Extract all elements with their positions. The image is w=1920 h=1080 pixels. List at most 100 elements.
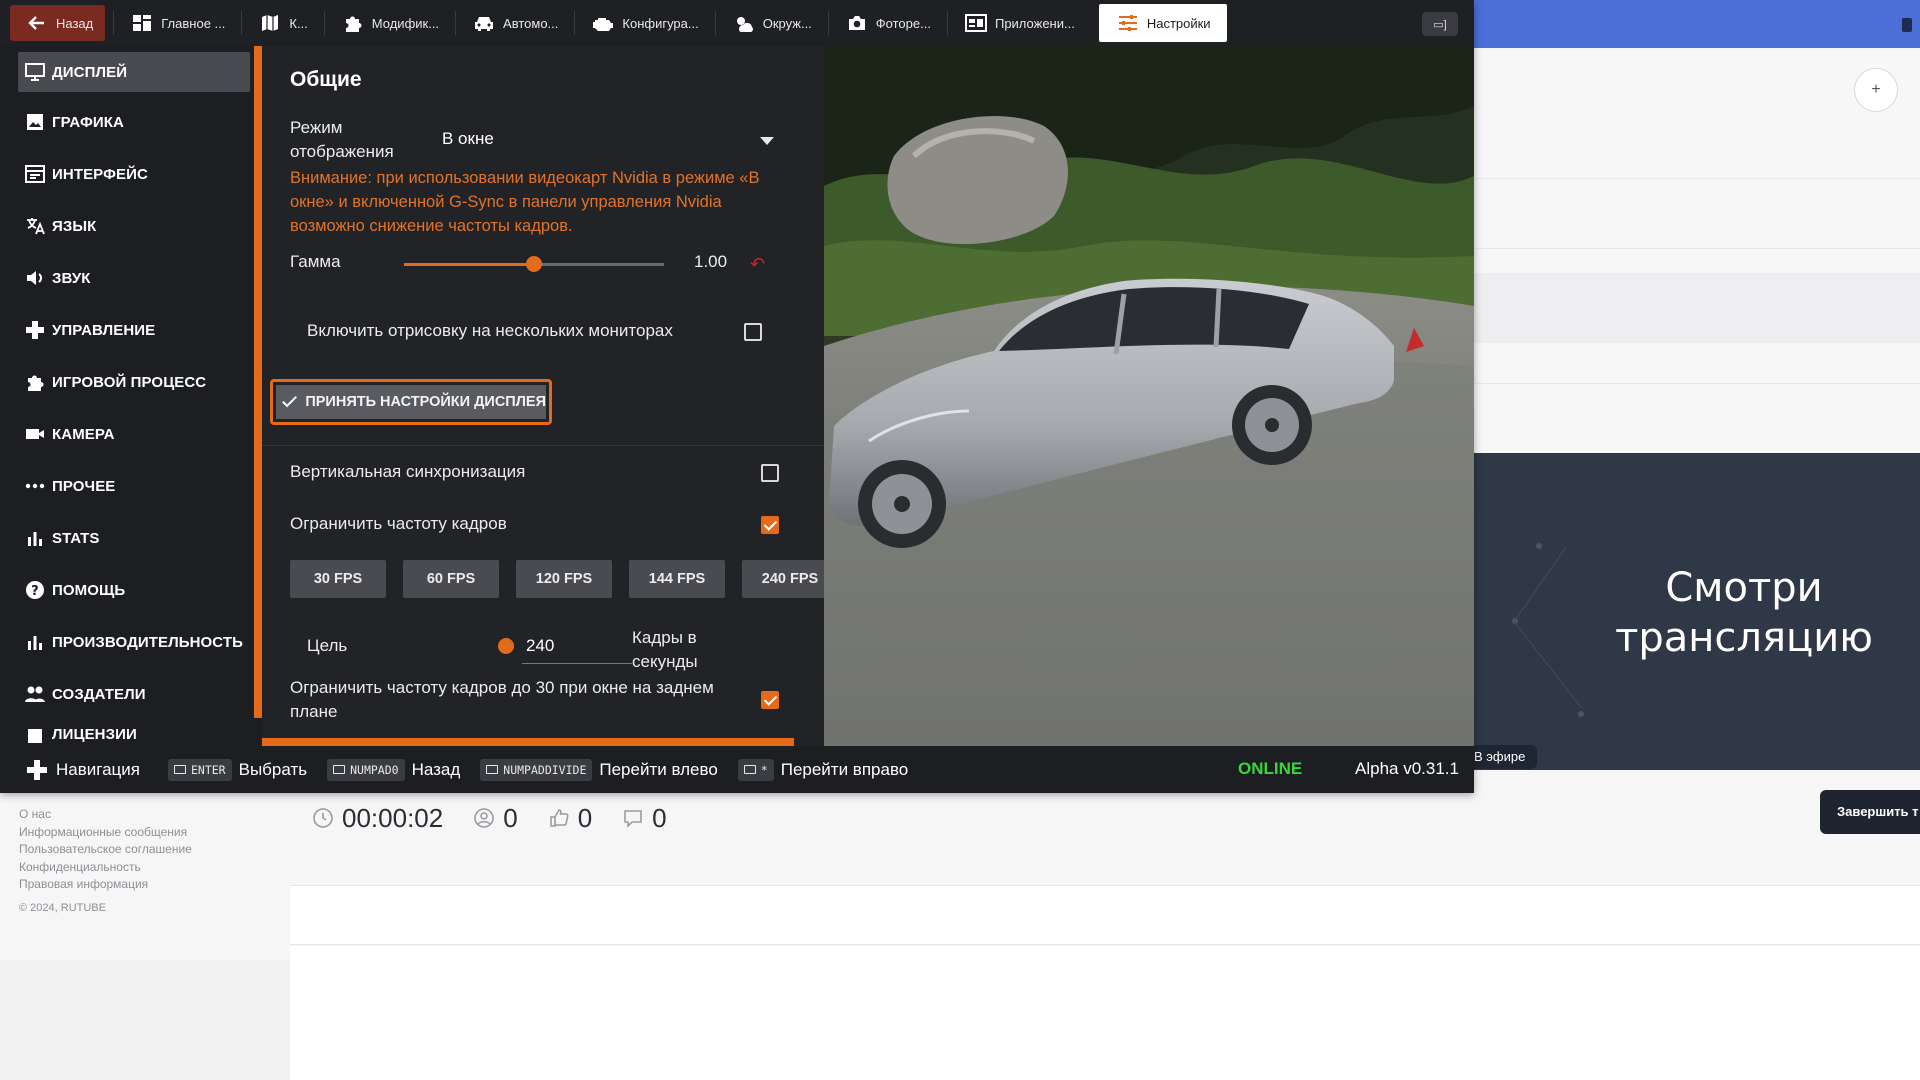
tab-label: Фоторе...	[875, 15, 931, 31]
tab-settings[interactable]: Настройки	[1098, 4, 1227, 42]
add-icon[interactable]: +	[1854, 68, 1898, 112]
dpad-icon	[26, 759, 48, 781]
decor-line	[1513, 547, 1567, 622]
display-settings-panel: Общие Режим отображения В окне Внимание:…	[262, 46, 824, 746]
dislikes-stat[interactable]: 0	[622, 802, 667, 834]
version-label: Alpha v0.31.1	[1355, 759, 1459, 778]
dislikes-value: 0	[652, 802, 667, 833]
sidebar-item-gameplay[interactable]: Игровой процесс	[8, 356, 256, 408]
tab-photo[interactable]: Фоторе...	[827, 0, 947, 46]
likes-stat[interactable]: 0	[548, 803, 592, 834]
bg-limit-label: Ограничить частоту кадров до 30 при окне…	[290, 678, 714, 721]
sidebar-item-label: Прочее	[52, 477, 116, 495]
sidebar-item-stats[interactable]: Stats	[8, 512, 256, 564]
bg-limit-checkbox[interactable]	[761, 691, 779, 709]
tab-config[interactable]: Конфигура...	[574, 0, 714, 46]
keyboard-icon	[333, 765, 346, 774]
tab-apps[interactable]: Приложени...	[946, 0, 1091, 46]
apply-button-label: ПРИНЯТЬ НАСТРОЙКИ ДИСПЛЕЯ	[305, 394, 546, 410]
viewers-value: 0	[503, 802, 518, 833]
fps-preset-button[interactable]: 30 FPS	[290, 560, 386, 598]
key-badge: NUMPAD0	[327, 758, 405, 781]
key-badge: ENTER	[167, 758, 232, 781]
stream-banner[interactable]: Смотри трансляцию	[1474, 453, 1920, 770]
online-status: ONLINE	[1238, 759, 1303, 778]
more-icon	[24, 475, 46, 497]
footer-link-legal[interactable]: Правовая информация	[19, 876, 249, 894]
key-badge: *	[737, 758, 774, 781]
tab-vehicles[interactable]: Автомо...	[455, 0, 574, 46]
key-hint[interactable]: NUMPADDIVIDE Перейти влево	[480, 758, 718, 781]
vsync-label: Вертикальная синхронизация	[290, 462, 526, 481]
thumbs-up-icon[interactable]	[548, 807, 570, 829]
key-hint-label: Перейти вправо	[780, 759, 909, 779]
camera-icon	[846, 13, 868, 33]
sidebar-item-performance[interactable]: Производительность	[8, 616, 256, 668]
tab-label: Модифик...	[371, 15, 440, 31]
sidebar-scrollbar[interactable]	[254, 46, 262, 718]
tab-main[interactable]: Главное ...	[113, 0, 241, 46]
sidebar-item-display[interactable]: Дисплей	[18, 52, 250, 92]
footer-link-about[interactable]: О нас	[19, 806, 249, 824]
gsync-warning: Внимание: при использовании видеокарт Nv…	[290, 169, 760, 235]
key-hint-label: Назад	[411, 759, 461, 779]
target-fps-input[interactable]: 240	[522, 630, 632, 664]
keyboard-icon[interactable]: ▭]	[1422, 12, 1458, 36]
comment-icon[interactable]	[622, 807, 644, 829]
sidebar-item-misc[interactable]: Прочее	[8, 460, 256, 512]
gamma-slider[interactable]	[404, 256, 664, 272]
sidebar-item-language[interactable]: Язык	[8, 200, 256, 252]
sidebar-item-sound[interactable]: Звук	[8, 252, 256, 304]
apply-display-settings-button[interactable]: ПРИНЯТЬ НАСТРОЙКИ ДИСПЛЕЯ	[270, 379, 552, 425]
footer-link-privacy[interactable]: Конфиденциальность	[19, 859, 249, 877]
sidebar-item-graphics[interactable]: Графика	[8, 96, 256, 148]
multi-monitor-checkbox[interactable]	[744, 323, 762, 341]
clock-icon	[313, 808, 333, 828]
stream-stats: 00:00:02 0 0 0	[312, 800, 697, 836]
sidebar-item-licenses[interactable]: Лицензии	[8, 720, 256, 743]
sidebar-item-camera[interactable]: Камера	[8, 408, 256, 460]
key-hint[interactable]: NUMPAD0 Назад	[327, 758, 461, 781]
sidebar-item-label: Stats	[52, 529, 100, 547]
tab-label: Автомо...	[503, 15, 559, 31]
vsync-checkbox[interactable]	[761, 464, 779, 482]
sidebar-item-credits[interactable]: Создатели	[8, 668, 256, 720]
gamma-slider-thumb[interactable]	[526, 256, 542, 272]
viewer-icon	[474, 808, 495, 828]
timer-value: 00:00:02	[342, 802, 444, 833]
fps-preset-button[interactable]: 120 FPS	[516, 560, 612, 598]
monitor-icon	[24, 61, 46, 83]
target-indicator	[498, 638, 514, 654]
footer-link-info[interactable]: Информационные сообщения	[19, 824, 249, 842]
interface-icon	[24, 163, 46, 185]
sidebar-item-interface[interactable]: Интерфейс	[8, 148, 256, 200]
web-sidebar-area	[0, 960, 290, 1080]
fps-preset-button[interactable]: 60 FPS	[403, 560, 499, 598]
panel-band	[1474, 273, 1920, 343]
sidebar-item-label: Создатели	[52, 685, 146, 703]
game-viewport[interactable]	[824, 46, 1474, 746]
key-hint[interactable]: * Перейти вправо	[737, 758, 909, 781]
image-icon	[24, 111, 46, 133]
reset-icon[interactable]: ↶	[750, 254, 774, 274]
svg-text:?: ?	[31, 584, 39, 599]
sidebar-item-controls[interactable]: Управление	[8, 304, 256, 356]
limit-fps-checkbox[interactable]	[761, 516, 779, 534]
fps-preset-button[interactable]: 240 FPS	[742, 560, 824, 598]
copyright: © 2024, RUTUBE	[19, 901, 106, 914]
sidebar-item-label: Дисплей	[52, 63, 128, 81]
footer-link-terms[interactable]: Пользовательское соглашение	[19, 841, 249, 859]
web-main-area	[290, 946, 1920, 1080]
notification-icon[interactable]	[1902, 18, 1912, 32]
tab-mods[interactable]: Модифик...	[323, 0, 455, 46]
back-tab[interactable]: Назад	[10, 5, 106, 41]
fps-preset-button[interactable]: 144 FPS	[629, 560, 725, 598]
tab-map[interactable]: К...	[241, 0, 323, 46]
end-stream-button[interactable]: Завершить т	[1820, 790, 1920, 834]
display-mode-select[interactable]: В окне	[442, 122, 792, 156]
sidebar-item-label: Производительность	[52, 633, 244, 651]
sidebar-item-help[interactable]: ? Помощь	[8, 564, 256, 616]
tab-environment[interactable]: Окруж...	[714, 0, 828, 46]
key-hint[interactable]: ENTER Выбрать	[167, 758, 307, 781]
divider	[1474, 178, 1920, 179]
